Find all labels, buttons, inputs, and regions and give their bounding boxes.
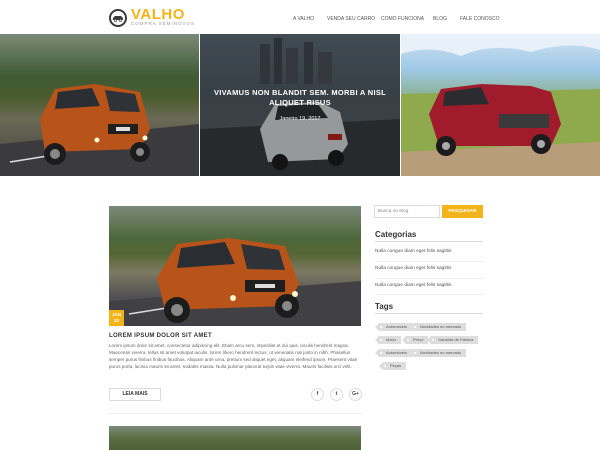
- hero-slider: VIVAMUS NON BLANDIT SEM. MORBI A NISL AL…: [0, 34, 600, 176]
- nav-item-como-funciona[interactable]: COMO FUNCIONA: [381, 16, 424, 22]
- logo-tagline: COMPRA SEMINOVOS: [131, 21, 196, 26]
- blog-search-input[interactable]: [374, 205, 440, 218]
- tag-item[interactable]: Novidades no mercado: [408, 323, 467, 331]
- category-item[interactable]: Nulla congue diam eget felis sagittis: [375, 249, 452, 254]
- post-excerpt: Lorem ipsum dolor sit amet, consectetur …: [109, 343, 358, 369]
- tag-item[interactable]: Novidades no mercado: [408, 349, 467, 357]
- hero-caption: VIVAMUS NON BLANDIT SEM. MORBI A NISL AL…: [200, 88, 401, 122]
- tag-item[interactable]: Motor: [374, 336, 402, 344]
- category-item[interactable]: Nulla congue diam eget felis sagittis: [375, 266, 452, 271]
- hero-slide-right[interactable]: [401, 34, 600, 176]
- hero-car-image: [0, 84, 199, 176]
- tag-item[interactable]: Automóveis: [375, 349, 412, 357]
- hero-date: Janeiro 19, 2017: [279, 116, 321, 122]
- post-image[interactable]: [109, 206, 361, 326]
- category-separator: [375, 261, 483, 262]
- hero-slide-center[interactable]: VIVAMUS NON BLANDIT SEM. MORBI A NISL AL…: [199, 34, 401, 176]
- post-divider: [109, 413, 362, 414]
- logo[interactable]: VALHO COMPRA SEMINOVOS: [109, 6, 196, 27]
- categories-rule: [375, 241, 483, 242]
- tag-item[interactable]: Garantia de Fábrica: [426, 336, 479, 344]
- category-separator: [375, 294, 483, 295]
- post-car-image: [109, 238, 361, 326]
- nav-item-venda-seu-carro[interactable]: VENDA SEU CARRO: [327, 16, 375, 22]
- category-separator: [375, 278, 483, 279]
- facebook-share-button[interactable]: f: [311, 388, 324, 401]
- tag-item[interactable]: Automóveis: [375, 323, 412, 331]
- twitter-share-button[interactable]: t: [330, 388, 343, 401]
- read-more-button[interactable]: LEIA MAIS: [109, 388, 161, 401]
- logo-name: VALHO: [131, 6, 185, 23]
- post-date-day: 20: [113, 318, 119, 323]
- hero-slide-left[interactable]: [0, 34, 199, 176]
- hero-pickup-image: [401, 34, 600, 176]
- tag-item[interactable]: Preço: [401, 336, 429, 344]
- next-post-image[interactable]: [109, 426, 361, 450]
- google-plus-share-button[interactable]: G+: [349, 388, 362, 401]
- hero-title[interactable]: VIVAMUS NON BLANDIT SEM. MORBI A NISL AL…: [200, 88, 401, 108]
- tag-item[interactable]: Peças: [378, 362, 407, 370]
- post-date-badge: JAN 20: [109, 310, 124, 326]
- nav-item-a-valho[interactable]: A VALHO: [293, 16, 314, 22]
- category-item[interactable]: Nulla congue diam eget felis sagittis: [375, 283, 452, 288]
- site-header: VALHO COMPRA SEMINOVOS A VALHO VENDA SEU…: [0, 0, 600, 34]
- post-title[interactable]: LOREM IPSUM DOLOR SIT AMET: [109, 333, 212, 339]
- tags-rule: [375, 313, 483, 314]
- nav-item-fale-conosco[interactable]: FALE CONOSCO: [460, 16, 499, 22]
- categories-heading: Categorias: [375, 230, 417, 239]
- search-button[interactable]: PESQUISAR: [442, 205, 483, 218]
- tags-heading: Tags: [375, 302, 394, 311]
- nav-item-blog[interactable]: BLOG: [433, 16, 447, 22]
- car-icon: [109, 8, 127, 27]
